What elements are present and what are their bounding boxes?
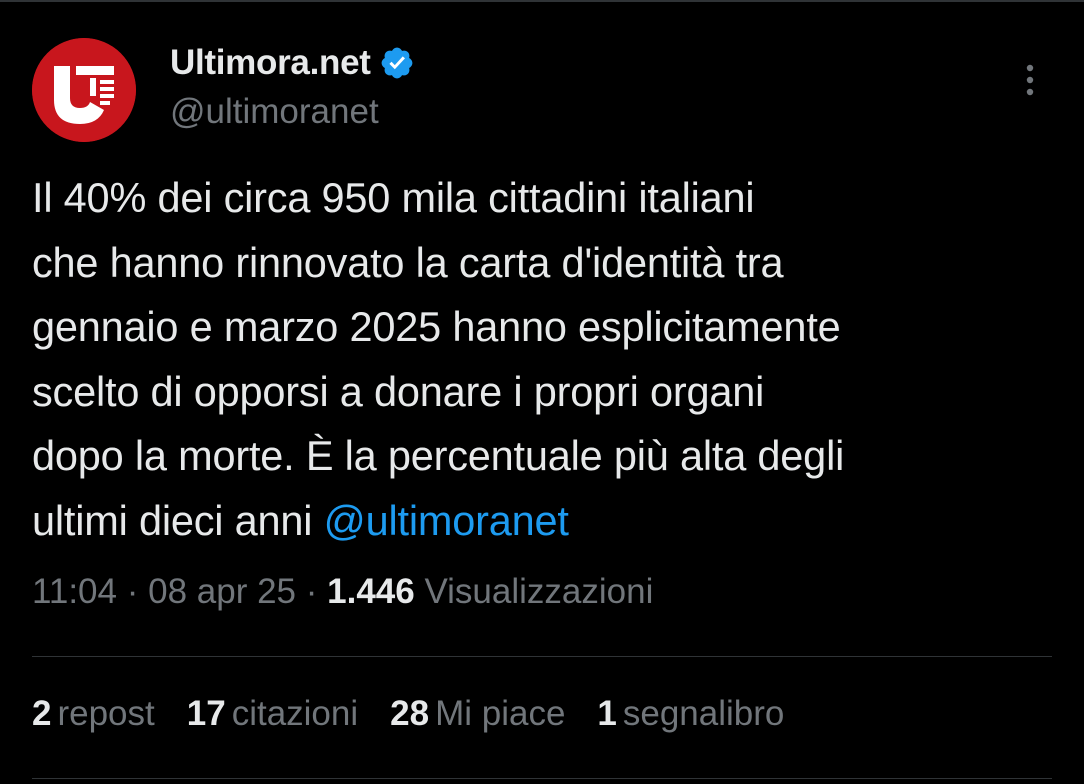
tweet-line: dopo la morte. È la percentuale più alta… bbox=[32, 432, 845, 480]
bookmark-stat[interactable]: 1 segnalibro bbox=[597, 694, 784, 734]
tweet-meta: 11:04 · 08 apr 25 · 1.446 Visualizzazion… bbox=[32, 572, 653, 612]
tweet-line: scelto di opporsi a donare i propri orga… bbox=[32, 367, 765, 415]
like-stat[interactable]: 28 Mi piace bbox=[390, 694, 565, 734]
quote-count: 17 bbox=[186, 694, 226, 733]
meta-separator: · bbox=[117, 572, 149, 611]
like-count: 28 bbox=[390, 694, 430, 733]
tweet-date[interactable]: 08 apr 25 bbox=[148, 572, 296, 611]
tweet-line: che hanno rinnovato la carta d'identità … bbox=[32, 238, 784, 286]
views-label: Visualizzazioni bbox=[414, 572, 654, 611]
meta-separator: · bbox=[296, 572, 328, 611]
more-vertical-icon[interactable] bbox=[1014, 58, 1046, 102]
author-name-row[interactable]: Ultimora.net bbox=[170, 40, 415, 86]
author-handle[interactable]: @ultimoranet bbox=[170, 92, 379, 132]
bookmark-label: segnalibro bbox=[622, 694, 785, 733]
top-divider bbox=[0, 0, 1084, 2]
like-label: Mi piace bbox=[435, 694, 566, 733]
bookmark-count: 1 bbox=[597, 694, 617, 733]
tweet-line-text: ultimi dieci anni bbox=[32, 496, 324, 544]
ultimora-logo-icon bbox=[32, 38, 136, 142]
views-count: 1.446 bbox=[327, 572, 415, 611]
quote-label: citazioni bbox=[231, 694, 359, 733]
repost-label: repost bbox=[57, 694, 155, 733]
repost-stat[interactable]: 2 repost bbox=[32, 694, 155, 734]
engagement-stats: 2 repost 17 citazioni 28 Mi piace 1 segnalib… bbox=[32, 694, 816, 734]
tweet-line: gennaio e marzo 2025 hanno esplicitament… bbox=[32, 303, 841, 351]
bottom-divider bbox=[32, 778, 1052, 779]
repost-count: 2 bbox=[32, 694, 52, 733]
tweet-line: Il 40% dei circa 950 mila cittadini ital… bbox=[32, 174, 755, 221]
tweet-line-last: ultimi dieci anni @ultimoranet bbox=[32, 489, 1062, 554]
tweet-text: Il 40% dei circa 950 mila cittadini ital… bbox=[32, 166, 1062, 554]
divider bbox=[32, 656, 1052, 657]
tweet-time[interactable]: 11:04 bbox=[32, 572, 117, 611]
verified-badge-icon bbox=[379, 45, 415, 81]
author-display-name[interactable]: Ultimora.net bbox=[170, 43, 371, 83]
mention-link[interactable]: @ultimoranet bbox=[324, 497, 569, 544]
avatar[interactable] bbox=[32, 38, 136, 142]
quote-stat[interactable]: 17 citazioni bbox=[187, 694, 358, 734]
